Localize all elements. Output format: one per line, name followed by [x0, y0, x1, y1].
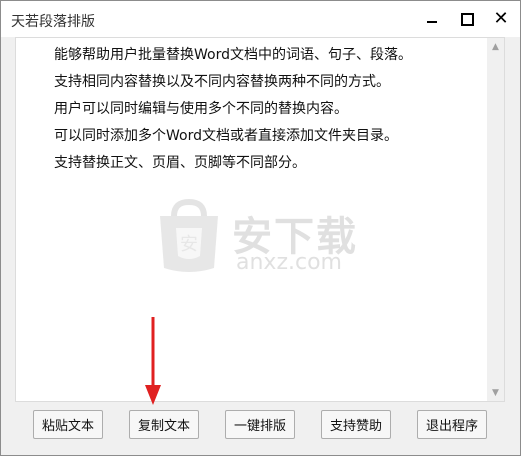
annotation-arrow-icon: [145, 317, 161, 405]
editor-line: 可以同时添加多个Word文档或者直接添加文件夹目录。: [54, 128, 398, 144]
shield-bag-icon: 安: [160, 198, 218, 272]
maximize-icon: [460, 12, 474, 26]
minimize-button[interactable]: [414, 1, 450, 37]
text-editor[interactable]: 能够帮助用户批量替换Word文档中的词语、句子、段落。 支持相同内容替换以及不同…: [15, 37, 505, 402]
close-icon: ✕: [493, 8, 509, 29]
vertical-scrollbar[interactable]: ▲ ▼: [487, 38, 504, 401]
scroll-up-icon[interactable]: ▲: [487, 38, 504, 55]
maximize-button[interactable]: [449, 1, 485, 37]
paste-text-button[interactable]: 粘贴文本: [33, 410, 103, 439]
one-click-format-button[interactable]: 一键排版: [225, 410, 295, 439]
watermark-subtext: anxz.com: [236, 250, 342, 275]
exit-program-button[interactable]: 退出程序: [417, 410, 487, 439]
editor-line: 支持替换正文、页眉、页脚等不同部分。: [54, 155, 306, 171]
app-window: 天若段落排版 ✕ 能够帮助用户批量替换Word文档中的词语、句子、段落。 支持相…: [0, 0, 521, 456]
editor-line: 用户可以同时编辑与使用多个不同的替换内容。: [54, 101, 348, 117]
close-button[interactable]: ✕: [483, 1, 519, 37]
scroll-down-icon[interactable]: ▼: [487, 384, 504, 401]
editor-lines: 能够帮助用户批量替换Word文档中的词语、句子、段落。 支持相同内容替换以及不同…: [54, 42, 412, 177]
window-title: 天若段落排版: [11, 14, 95, 30]
copy-text-button[interactable]: 复制文本: [129, 410, 199, 439]
watermark: 安 安下载 anxz.com: [154, 198, 394, 278]
title-bar[interactable]: 天若段落排版 ✕: [1, 1, 520, 37]
editor-line: 能够帮助用户批量替换Word文档中的词语、句子、段落。: [54, 47, 412, 63]
minimize-icon: [427, 21, 437, 23]
svg-text:安: 安: [180, 234, 198, 255]
support-sponsor-button[interactable]: 支持赞助: [321, 410, 391, 439]
editor-line: 支持相同内容替换以及不同内容替换两种不同的方式。: [54, 74, 390, 90]
